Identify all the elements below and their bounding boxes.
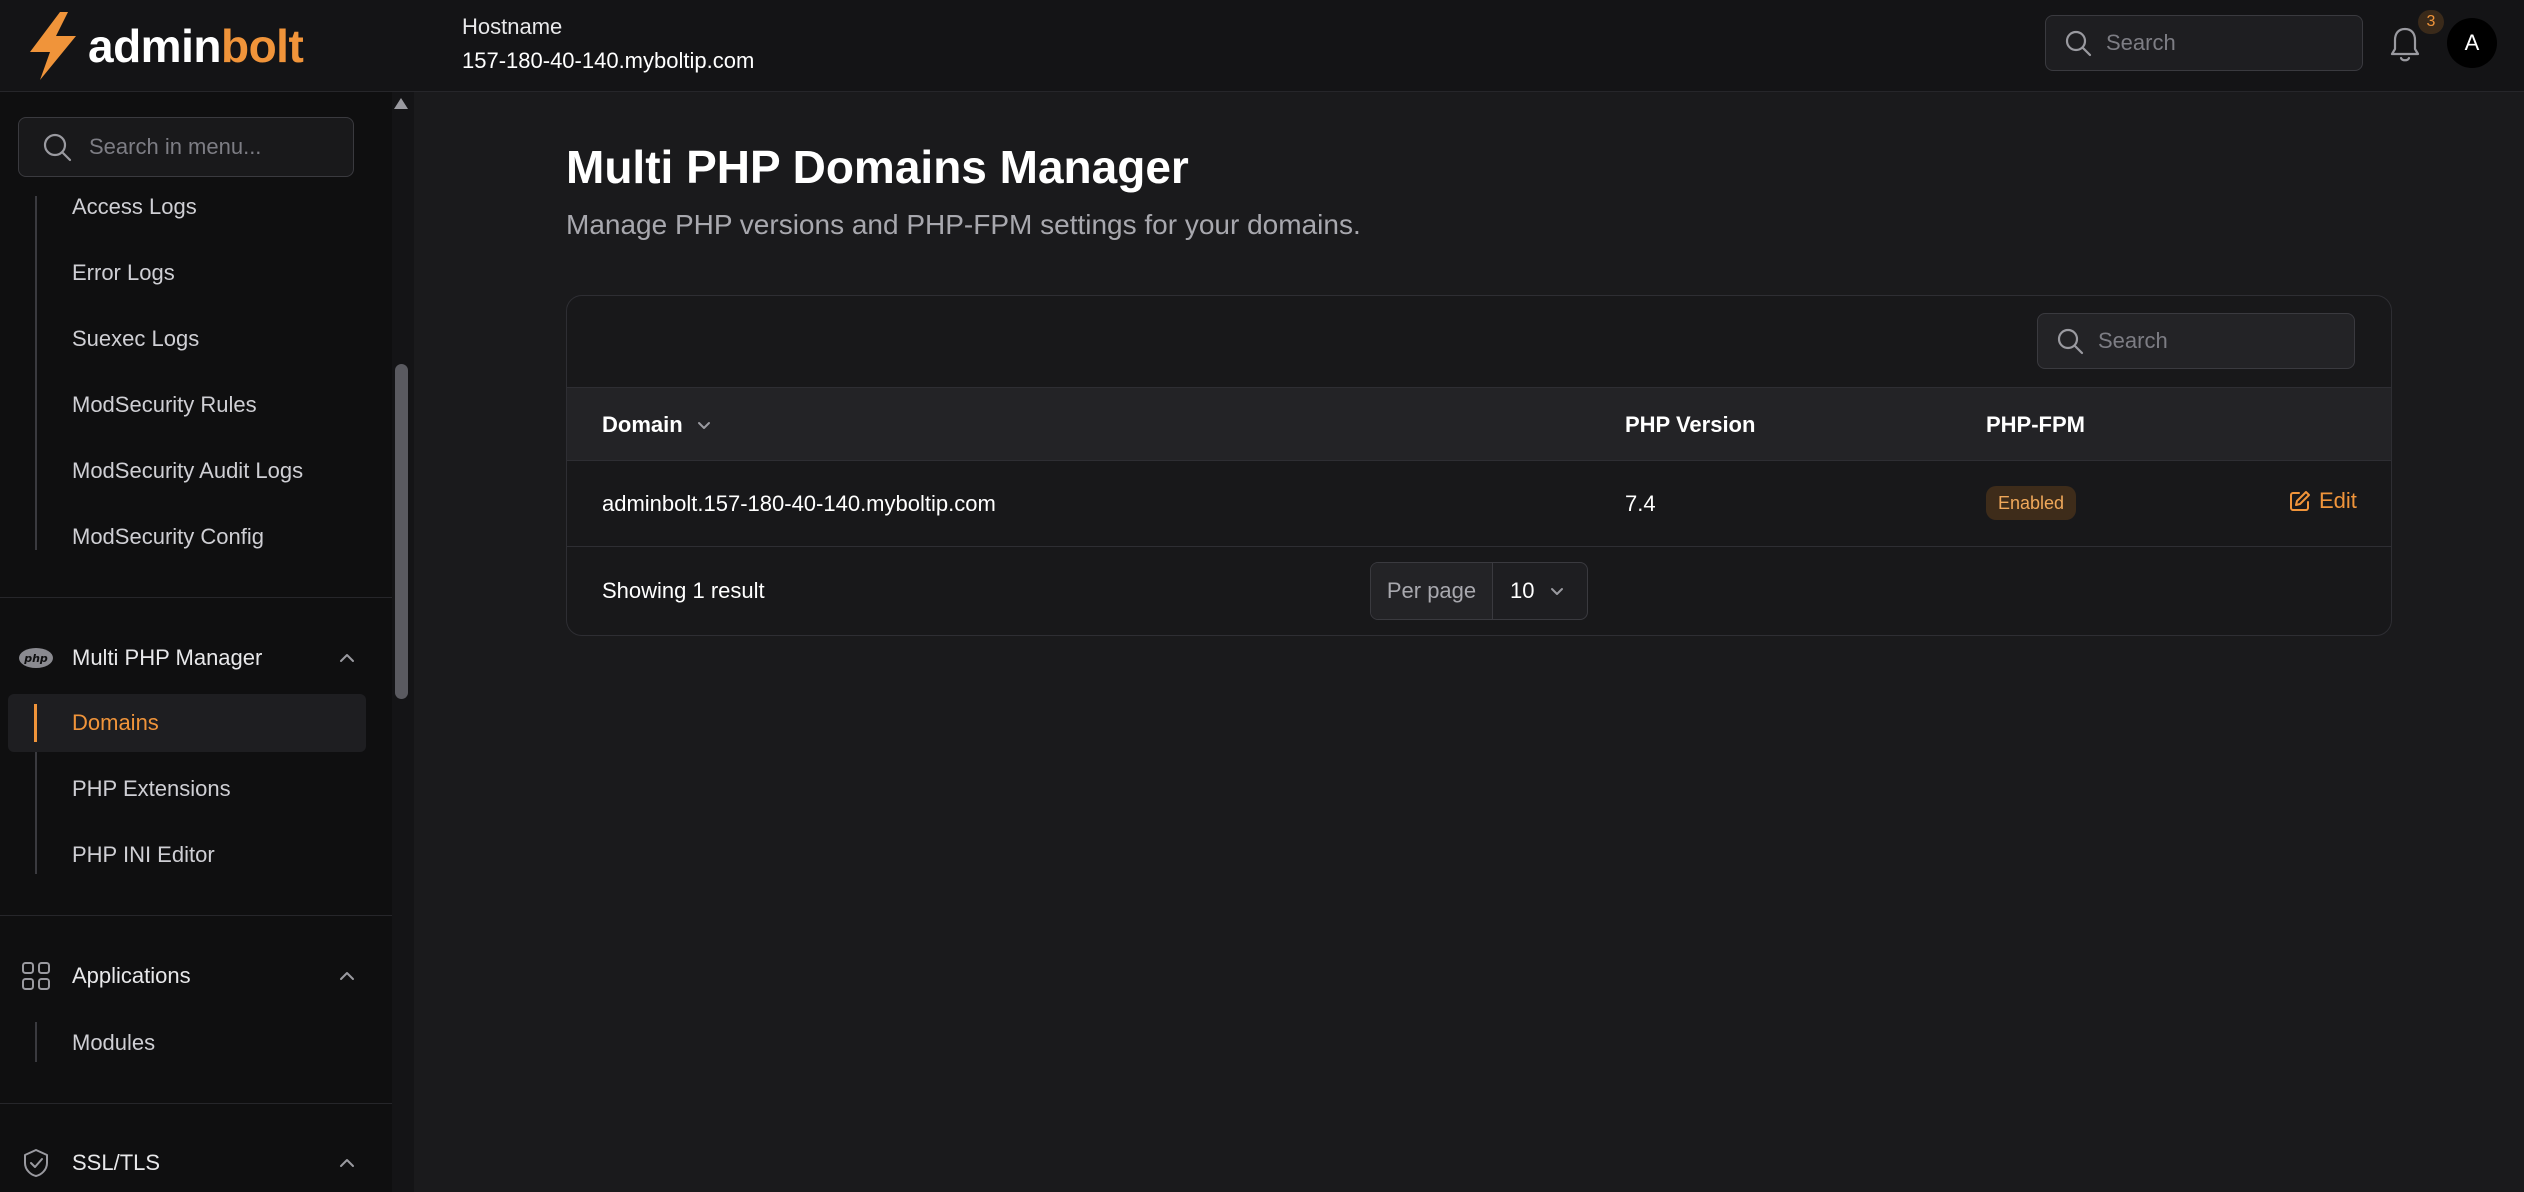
search-icon [43, 133, 72, 162]
edit-label: Edit [2319, 488, 2357, 513]
group-label: Applications [72, 963, 191, 988]
scrollbar-thumb[interactable] [395, 364, 408, 699]
logo-text: adminbolt [88, 20, 304, 72]
column-header-php-fpm: PHP-FPM [1986, 412, 2085, 437]
chevron-down-icon [1551, 588, 1564, 595]
sidebar-item-modules[interactable]: Modules [72, 1030, 155, 1056]
top-bar: adminbolt Hostname 157-180-40-140.mybolt… [0, 0, 2524, 92]
column-header-domain[interactable]: Domain [602, 412, 713, 438]
column-label: Domain [602, 412, 683, 437]
submenu-line [35, 196, 37, 550]
search-icon [2057, 328, 2084, 355]
page-subtitle: Manage PHP versions and PHP-FPM settings… [566, 209, 1361, 240]
sidebar-item-domains-active-bg [8, 694, 366, 752]
hostname-value: 157-180-40-140.myboltip.com [462, 48, 755, 73]
sidebar-item-access-logs[interactable]: Access Logs [72, 194, 197, 220]
chevron-up-icon [340, 1159, 354, 1167]
table-header: Domain PHP Version PHP-FPM [567, 387, 2391, 461]
domains-table-card: Search Domain PHP Version PHP-FPM adminb… [566, 295, 2392, 636]
global-search-input[interactable]: Search [2045, 15, 2363, 71]
submenu-line [35, 1022, 37, 1062]
sort-chevron-down-icon[interactable] [695, 416, 713, 434]
shield-check-icon [18, 1145, 54, 1181]
per-page-value[interactable]: 10 [1493, 563, 1587, 619]
active-indicator [34, 704, 37, 742]
per-page-select[interactable]: Per page 10 [1370, 562, 1588, 620]
table-row: adminbolt.157-180-40-140.myboltip.com 7.… [567, 461, 2391, 547]
group-label: SSL/TLS [72, 1150, 161, 1175]
column-header-php-version: PHP Version [1625, 412, 1756, 437]
sidebar-item-php-ini-editor[interactable]: PHP INI Editor [72, 842, 215, 868]
sidebar-group-ssl-tls[interactable]: SSL/TLS [18, 1143, 358, 1183]
sidebar-divider [0, 1103, 392, 1104]
domain-cell: adminbolt.157-180-40-140.myboltip.com [602, 491, 996, 516]
hostname-block: Hostname 157-180-40-140.myboltip.com [462, 14, 754, 74]
notification-badge: 3 [2418, 10, 2444, 34]
group-label: Multi PHP Manager [72, 645, 263, 670]
sidebar-item-php-extensions[interactable]: PHP Extensions [72, 776, 231, 802]
sidebar-item-modsecurity-config[interactable]: ModSecurity Config [72, 524, 264, 550]
per-page-number: 10 [1510, 578, 1535, 603]
table-search-input[interactable]: Search [2037, 313, 2355, 369]
php-fpm-status-badge: Enabled [1986, 486, 2077, 520]
bell-icon[interactable] [2388, 24, 2422, 64]
scroll-up-arrow-icon[interactable] [394, 98, 408, 109]
chevron-up-icon [340, 654, 354, 662]
user-avatar[interactable]: A [2447, 18, 2497, 68]
sidebar-divider [0, 597, 392, 598]
sidebar-divider [0, 915, 392, 916]
sidebar-item-error-logs[interactable]: Error Logs [72, 260, 175, 286]
bolt-icon [30, 12, 76, 80]
chevron-up-icon [340, 972, 354, 980]
search-placeholder: Search [2106, 30, 2176, 55]
svg-text:php: php [23, 652, 48, 665]
php-version-cell: 7.4 [1625, 491, 1656, 516]
sidebar-search-input[interactable]: Search in menu... [18, 117, 354, 177]
edit-icon [2290, 491, 2310, 511]
grid-icon [18, 958, 54, 994]
sidebar-item-suexec-logs[interactable]: Suexec Logs [72, 326, 199, 352]
search-icon [2065, 30, 2092, 57]
sidebar-group-applications[interactable]: Applications [18, 956, 358, 996]
php-icon: php [18, 640, 54, 676]
sidebar-search-placeholder: Search in menu... [89, 134, 262, 159]
table-search-placeholder: Search [2098, 328, 2168, 353]
hostname-label: Hostname [462, 14, 563, 39]
result-count: Showing 1 result [602, 578, 765, 603]
sidebar-item-domains[interactable]: Domains [72, 710, 159, 736]
sidebar-item-modsecurity-audit-logs[interactable]: ModSecurity Audit Logs [72, 458, 303, 484]
sidebar-group-multi-php-manager[interactable]: php Multi PHP Manager [18, 638, 358, 678]
page-title: Multi PHP Domains Manager [566, 141, 1189, 193]
sidebar-item-modsecurity-rules[interactable]: ModSecurity Rules [72, 392, 257, 418]
adminbolt-logo[interactable]: adminbolt [26, 8, 304, 84]
edit-button[interactable]: Edit [2289, 488, 2357, 514]
per-page-label: Per page [1371, 563, 1493, 619]
